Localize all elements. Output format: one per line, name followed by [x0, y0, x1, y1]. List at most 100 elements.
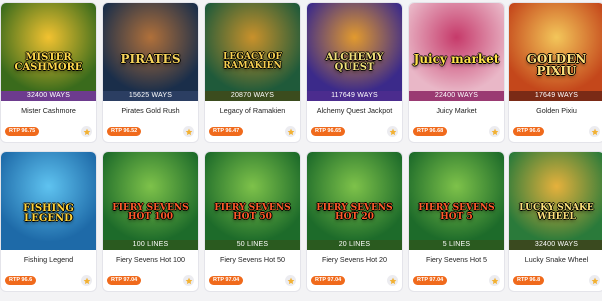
rtp-badge: RTP 96.6: [5, 276, 37, 285]
favorite-button[interactable]: [589, 275, 600, 286]
game-title[interactable]: Lucky Snake Wheel: [509, 255, 602, 264]
game-card[interactable]: ALCHEMY QUEST 117649 WAYS Alchemy Quest Ja…: [307, 3, 402, 142]
game-card[interactable]: FISHING LEGEND Fishing Legend RTP 96.6: [1, 152, 96, 291]
rtp-badge: RTP 96.47: [209, 127, 244, 136]
rtp-badge: RTP 97.04: [413, 276, 448, 285]
rtp-badge: RTP 96.68: [413, 127, 448, 136]
star-icon: [287, 128, 294, 135]
game-logo: FIERY SEVENS HOT 50: [214, 203, 291, 222]
star-icon: [389, 277, 396, 284]
game-thumbnail[interactable]: ALCHEMY QUEST 117649 WAYS: [307, 3, 402, 101]
favorite-button[interactable]: [489, 126, 500, 137]
star-icon: [287, 277, 294, 284]
game-thumbnail[interactable]: Juicy market 22400 WAYS: [409, 3, 504, 101]
rtp-badge: RTP 96.52: [107, 127, 142, 136]
star-icon: [389, 128, 396, 135]
game-artwork: [205, 152, 300, 250]
game-artwork: [103, 152, 198, 250]
game-logo: ALCHEMY QUEST: [325, 52, 384, 73]
star-icon: [185, 277, 192, 284]
favorite-button[interactable]: [589, 126, 600, 137]
game-logo: PIRATES: [120, 52, 181, 66]
favorite-button[interactable]: [183, 126, 194, 137]
game-title[interactable]: Legacy of Ramakien: [205, 106, 300, 115]
ways-label: 5 LINES: [409, 240, 504, 250]
favorite-button[interactable]: [81, 275, 92, 286]
game-title[interactable]: Juicy Market: [409, 106, 504, 115]
game-logo: FISHING LEGEND: [23, 203, 74, 224]
game-card[interactable]: MISTER CASHMORE 32400 WAYS Mister Cashmore…: [1, 3, 96, 142]
game-thumbnail[interactable]: GOLDEN PIXIU 17649 WAYS: [509, 3, 602, 101]
game-thumbnail[interactable]: FIERY SEVENS HOT 20 20 LINES: [307, 152, 402, 250]
game-logo: FIERY SEVENS HOT 20: [316, 203, 393, 222]
game-thumbnail[interactable]: MISTER CASHMORE 32400 WAYS: [1, 3, 96, 101]
game-logo: LEGACY OF RAMAKIEN: [223, 52, 282, 71]
game-logo: FIERY SEVENS HOT 5: [418, 203, 495, 222]
favorite-button[interactable]: [285, 126, 296, 137]
rtp-badge: RTP 96.65: [311, 127, 346, 136]
game-card[interactable]: FIERY SEVENS HOT 100 100 LINES Fiery Seven…: [103, 152, 198, 291]
rtp-badge: RTP 96.75: [5, 127, 40, 136]
ways-label: 20870 WAYS: [205, 91, 300, 101]
game-card[interactable]: FIERY SEVENS HOT 5 5 LINES Fiery Sevens Ho…: [409, 152, 504, 291]
favorite-button[interactable]: [489, 275, 500, 286]
game-logo: GOLDEN PIXIU: [526, 52, 587, 78]
game-logo: Juicy market: [413, 52, 500, 66]
game-artwork: [307, 152, 402, 250]
game-title[interactable]: Golden Pixiu: [509, 106, 602, 115]
ways-label: 50 LINES: [205, 240, 300, 250]
game-card[interactable]: PIRATES 15625 WAYS Pirates Gold Rush RTP 96…: [103, 3, 198, 142]
ways-label: 15625 WAYS: [103, 91, 198, 101]
game-title[interactable]: Fiery Sevens Hot 20: [307, 255, 402, 264]
game-logo: MISTER CASHMORE: [14, 52, 83, 73]
game-title[interactable]: Fishing Legend: [1, 255, 96, 264]
game-title[interactable]: Fiery Sevens Hot 100: [103, 255, 198, 264]
game-artwork: [509, 152, 602, 250]
game-thumbnail[interactable]: FIERY SEVENS HOT 100 100 LINES: [103, 152, 198, 250]
favorite-button[interactable]: [387, 126, 398, 137]
star-icon: [83, 277, 90, 284]
game-card[interactable]: FIERY SEVENS HOT 20 20 LINES Fiery Sevens …: [307, 152, 402, 291]
star-icon: [491, 277, 498, 284]
game-title[interactable]: Mister Cashmore: [1, 106, 96, 115]
game-thumbnail[interactable]: PIRATES 15625 WAYS: [103, 3, 198, 101]
game-artwork: [1, 152, 96, 250]
ways-label: 20 LINES: [307, 240, 402, 250]
ways-label: 32400 WAYS: [509, 240, 602, 250]
game-thumbnail[interactable]: FIERY SEVENS HOT 50 50 LINES: [205, 152, 300, 250]
rtp-badge: RTP 96.6: [513, 127, 545, 136]
rtp-badge: RTP 97.04: [209, 276, 244, 285]
rtp-badge: RTP 96.8: [513, 276, 545, 285]
game-card[interactable]: LEGACY OF RAMAKIEN 20870 WAYS Legacy of Ra…: [205, 3, 300, 142]
ways-label: 100 LINES: [103, 240, 198, 250]
game-card[interactable]: FIERY SEVENS HOT 50 50 LINES Fiery Sevens …: [205, 152, 300, 291]
star-icon: [591, 128, 598, 135]
game-title[interactable]: Alchemy Quest Jackpot: [307, 106, 402, 115]
game-thumbnail[interactable]: FISHING LEGEND: [1, 152, 96, 250]
star-icon: [83, 128, 90, 135]
star-icon: [591, 277, 598, 284]
game-title[interactable]: Fiery Sevens Hot 5: [409, 255, 504, 264]
game-title[interactable]: Pirates Gold Rush: [103, 106, 198, 115]
ways-label: 22400 WAYS: [409, 91, 504, 101]
game-thumbnail[interactable]: FIERY SEVENS HOT 5 5 LINES: [409, 152, 504, 250]
game-card[interactable]: GOLDEN PIXIU 17649 WAYS Golden Pixiu RTP 96…: [509, 3, 602, 142]
favorite-button[interactable]: [183, 275, 194, 286]
favorite-button[interactable]: [285, 275, 296, 286]
game-thumbnail[interactable]: LUCKY SNAKE WHEEL 32400 WAYS: [509, 152, 602, 250]
ways-label: 17649 WAYS: [509, 91, 602, 101]
rtp-badge: RTP 97.04: [107, 276, 142, 285]
ways-label: 32400 WAYS: [1, 91, 96, 101]
game-thumbnail[interactable]: LEGACY OF RAMAKIEN 20870 WAYS: [205, 3, 300, 101]
rtp-badge: RTP 97.04: [311, 276, 346, 285]
game-logo: LUCKY SNAKE WHEEL: [519, 203, 594, 222]
game-artwork: [409, 152, 504, 250]
game-title[interactable]: Fiery Sevens Hot 50: [205, 255, 300, 264]
game-card[interactable]: Juicy market 22400 WAYS Juicy Market RTP 96…: [409, 3, 504, 142]
favorite-button[interactable]: [387, 275, 398, 286]
ways-label: 117649 WAYS: [307, 91, 402, 101]
star-icon: [491, 128, 498, 135]
game-logo: FIERY SEVENS HOT 100: [112, 203, 189, 222]
favorite-button[interactable]: [81, 126, 92, 137]
game-card[interactable]: LUCKY SNAKE WHEEL 32400 WAYS Lucky Snake W…: [509, 152, 602, 291]
